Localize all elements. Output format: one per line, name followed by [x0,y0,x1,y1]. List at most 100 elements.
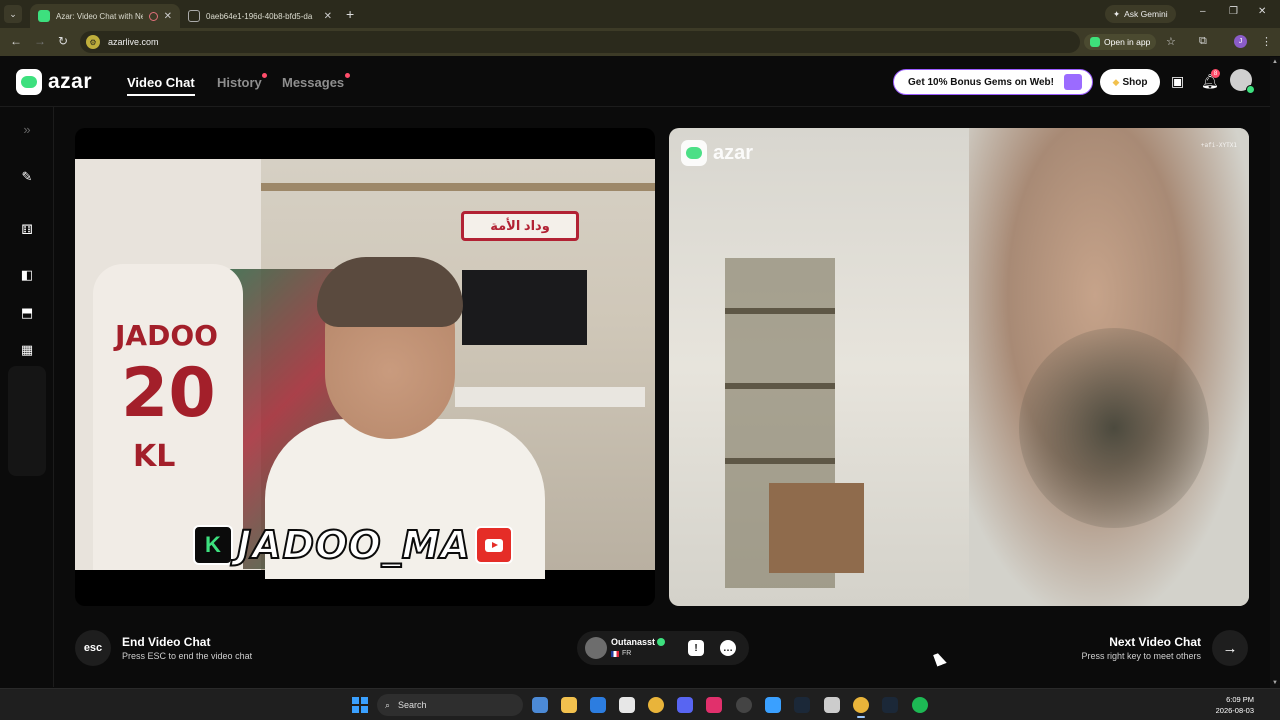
tab-azar[interactable]: Azar: Video Chat with New ✕ [30,4,180,28]
forward-icon[interactable]: → [34,34,46,48]
report-icon[interactable]: ! [688,640,704,656]
tab-second[interactable]: 0aeb64e1-196d-40b8-bfd5-da ✕ [180,4,340,28]
streamer-name-overlay: K JADOO_MA [193,522,513,568]
logo-text: azar [48,70,93,93]
close-window-button[interactable]: ✕ [1258,6,1266,17]
steam-client-icon[interactable] [882,697,898,713]
peer-info-pill[interactable]: Outanasst FR ! … [577,631,749,665]
close-tab-icon[interactable]: ✕ [324,11,332,22]
globe-favicon-icon [188,10,200,22]
nav-messages[interactable]: Messages [282,75,344,90]
recording-icon [148,11,158,21]
app-header: azar Video Chat History Messages Get 10%… [0,57,1270,107]
site-info-icon[interactable]: ⚙ [86,35,100,49]
gift-icon [1064,74,1082,90]
open-in-app-button[interactable]: Open in app [1084,34,1157,50]
taskbar-search[interactable]: ⌕ Search [377,694,523,716]
azar-logo[interactable]: azar [16,69,92,95]
maximize-button[interactable]: ❐ [1229,6,1238,17]
mail-icon[interactable] [590,697,606,713]
side-rail: » ✎ ⚅ ◧ ⬒ ▦ [0,107,54,687]
instagram-icon[interactable] [706,697,722,713]
page-scrollbar[interactable]: ▲ ▼ [1270,57,1280,688]
chrome-active-icon[interactable] [853,697,869,713]
jersey-number: 20 [121,354,216,433]
browser-tab-bar: ⌄ Azar: Video Chat with New ✕ 0aeb64e1-1… [0,0,1280,28]
layout-stacked-icon[interactable]: ⬒ [16,302,38,324]
tab-title: Azar: Video Chat with New [56,11,143,21]
gemini-icon: ✦ [1113,8,1121,19]
extensions-icon[interactable]: ⧉ [1199,35,1207,48]
end-chat-title: End Video Chat [122,635,211,649]
tab-title: 0aeb64e1-196d-40b8-bfd5-da [206,11,313,21]
url-text: azarlive.com [108,37,159,47]
messages-dot-icon [345,73,350,78]
chrome-icon[interactable] [648,697,664,713]
browser-menu-icon[interactable]: ⋮ [1261,35,1272,48]
file-explorer-icon[interactable] [561,697,577,713]
azar-watermark: azar [681,140,753,166]
tab-search-icon[interactable]: ⌄ [4,5,22,23]
spotify-icon[interactable] [912,697,928,713]
store-icon[interactable] [619,697,635,713]
history-dot-icon [262,73,267,78]
end-chat-button[interactable]: esc [75,630,111,666]
app-icon [1090,37,1100,47]
wall-banner: وداد الأمة [461,211,579,241]
back-icon[interactable]: ← [10,34,22,48]
system-clock[interactable]: 6:09 PM 2026-08-03 [1216,694,1254,716]
layout-grid-icon[interactable]: ▦ [16,339,38,361]
france-flag-icon [611,650,619,657]
end-chat-hint: Press ESC to end the video chat [122,651,253,661]
dice-icon[interactable]: ⚅ [16,219,38,241]
search-icon: ⌕ [385,699,391,710]
nav-history[interactable]: History [217,75,262,90]
bonus-gems-promo-button[interactable]: Get 10% Bonus Gems on Web! [893,69,1093,95]
minimize-button[interactable]: – [1200,6,1206,17]
next-chat-button[interactable]: → [1212,630,1248,666]
layout-side-by-side-icon[interactable]: ◧ [16,264,38,286]
local-video-panel: وداد الأمة JADOO 20 KL K JADOO_MA [75,128,655,606]
peer-avatar [585,637,607,659]
expand-sidebar-icon[interactable]: » [16,118,38,140]
next-chat-title: Next Video Chat [1109,635,1201,649]
azar-watermark-icon [681,140,707,166]
shop-label: Shop [1122,76,1148,88]
active-app-indicator [857,716,865,718]
widgets-icon[interactable] [532,697,548,713]
omnibox[interactable]: ⚙ azarlive.com [80,31,1080,53]
jersey-name: JADOO [115,319,218,352]
shop-button[interactable]: ◆ Shop [1100,69,1160,95]
capture-icon[interactable] [824,697,840,713]
promo-label: Get 10% Bonus Gems on Web! [908,76,1054,88]
watermark-id: +afi-XYTX1 [1200,142,1237,149]
photos-icon[interactable] [765,697,781,713]
discord-icon[interactable] [677,697,693,713]
peer-country: FR [611,650,631,657]
watermark-text: azar [713,141,754,164]
reload-icon[interactable]: ↻ [58,34,68,48]
windows-start-icon[interactable] [352,697,368,713]
close-tab-icon[interactable]: ✕ [164,11,172,22]
scroll-down-icon[interactable]: ▼ [1272,680,1278,686]
steam-icon[interactable] [794,697,810,713]
ask-gemini-label: Ask Gemini [1124,9,1168,19]
bookmark-star-icon[interactable]: ☆ [1166,35,1176,48]
kick-logo-icon: K [193,525,233,565]
streamer-name: JADOO_MA [236,522,471,568]
nav-video-chat[interactable]: Video Chat [127,75,195,96]
scroll-up-icon[interactable]: ▲ [1272,59,1278,65]
magic-wand-icon[interactable]: ✎ [16,166,38,188]
new-tab-button[interactable]: + [346,6,354,22]
search-placeholder: Search [398,700,427,710]
ask-gemini-button[interactable]: ✦ Ask Gemini [1105,5,1176,23]
profile-avatar[interactable]: J [1234,35,1247,48]
inbox-icon[interactable]: ▣ [1171,73,1184,90]
remote-video-panel: azar +afi-XYTX1 [669,128,1249,606]
user-avatar[interactable] [1230,69,1255,94]
address-bar-row: ← → ↻ ⚙ azarlive.com Open in app ☆ ⧉ ⋮ [0,28,1280,56]
peer-name: Outanasst [611,637,656,647]
azar-logo-icon [16,69,42,95]
chat-bubble-icon[interactable]: … [720,640,736,656]
obs-icon[interactable] [736,697,752,713]
